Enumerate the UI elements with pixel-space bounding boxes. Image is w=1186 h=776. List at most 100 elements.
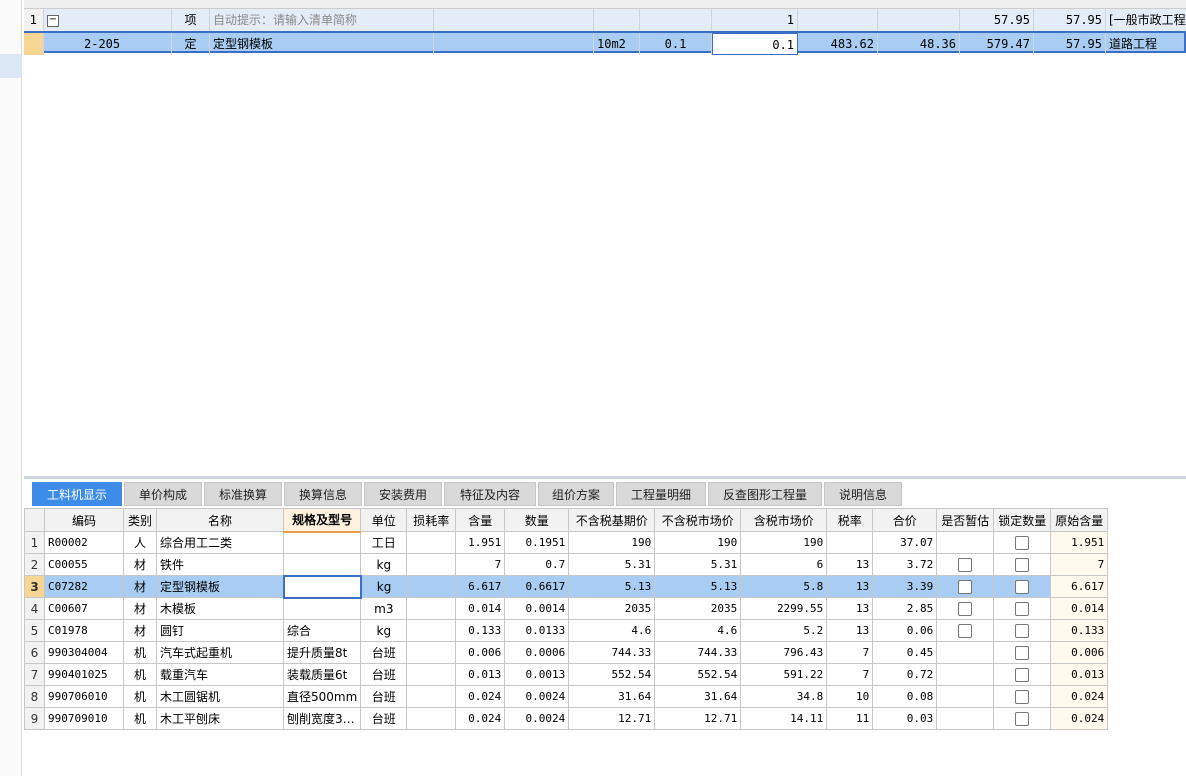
loss-rate-cell[interactable] xyxy=(406,619,457,642)
content-cell[interactable]: 0.013 xyxy=(455,663,506,686)
temp-estimate-checkbox[interactable] xyxy=(958,601,973,616)
tax-market-price-cell[interactable]: 2299.55 xyxy=(740,597,828,620)
col-header[interactable]: 编码 xyxy=(44,508,124,532)
tax-rate-cell[interactable] xyxy=(826,531,874,554)
tax-market-price-cell[interactable]: 190 xyxy=(740,531,828,554)
quantity-cell[interactable]: 0.0133 xyxy=(504,619,570,642)
table-row[interactable]: 5 C01978 材圆钉 综合 kg 0.133 0.0133 4.6 4.6 5.2 13 0.06… xyxy=(24,619,1109,642)
tab-installation-fees[interactable]: 安装费用 xyxy=(364,482,442,506)
content-cell[interactable]: 0.014 xyxy=(455,597,506,620)
lock-quantity-checkbox[interactable] xyxy=(1015,557,1030,572)
tab-standard-conversion[interactable]: 标准换算 xyxy=(204,482,282,506)
spec-cell[interactable]: 提升质量8t xyxy=(282,641,362,664)
item-row-selected[interactable]: 2-205 定 定型钢模板 10m2 0.1 0.1 483.62 48.36 … xyxy=(24,31,1186,55)
lock-quantity-checkbox[interactable] xyxy=(1015,667,1030,682)
collapse-icon[interactable]: − xyxy=(47,14,59,27)
loss-rate-cell[interactable] xyxy=(406,553,457,576)
tax-rate-cell[interactable]: 11 xyxy=(826,707,874,730)
col-header[interactable]: 税率 xyxy=(826,508,874,532)
loss-rate-cell[interactable] xyxy=(406,663,457,686)
pane-splitter[interactable] xyxy=(24,476,1186,479)
tax-rate-cell[interactable]: 13 xyxy=(826,619,874,642)
loss-rate-cell[interactable] xyxy=(406,641,457,664)
name-cell[interactable]: 载重汽车 xyxy=(156,663,284,686)
lock-quantity-checkbox[interactable] xyxy=(1015,711,1030,726)
tab-reverse-graphic-quantity[interactable]: 反查图形工程量 xyxy=(708,482,822,506)
code-cell[interactable]: 990706010 xyxy=(44,685,124,708)
col-header[interactable]: 单位 xyxy=(360,508,408,532)
name-cell[interactable]: 木工圆锯机 xyxy=(156,685,284,708)
quantity-cell[interactable]: 0.7 xyxy=(504,553,570,576)
table-row[interactable]: 1 R00002 人综合用工二类 工日 1.951 0.1951 190 190 190 37.0… xyxy=(24,531,1109,554)
col-header[interactable]: 不含税基期价 xyxy=(568,508,656,532)
row-qty-input[interactable]: 0.1 xyxy=(712,33,798,55)
spec-cell[interactable]: 直径500mm xyxy=(282,685,362,708)
market-price-cell[interactable]: 190 xyxy=(654,531,742,554)
spec-cell[interactable]: 装载质量6t xyxy=(282,663,362,686)
market-price-cell[interactable]: 5.13 xyxy=(654,575,742,598)
content-cell[interactable]: 1.951 xyxy=(455,531,506,554)
temp-estimate-checkbox[interactable] xyxy=(958,579,973,594)
table-row[interactable]: 7 990401025 机载重汽车 装载质量6t 台班 0.013 0.0013 552.54… xyxy=(24,663,1109,686)
item-row[interactable]: 1 − 项 自动提示：请输入清单简称 1 57.95 57.95 [一般市政工程 xyxy=(24,9,1186,31)
col-header[interactable]: 数量 xyxy=(504,508,570,532)
tax-rate-cell[interactable]: 7 xyxy=(826,641,874,664)
col-header[interactable]: 损耗率 xyxy=(406,508,457,532)
tab-pricing-scheme[interactable]: 组价方案 xyxy=(538,482,614,506)
market-price-cell[interactable]: 12.71 xyxy=(654,707,742,730)
row-name[interactable]: 定型钢模板 xyxy=(210,33,434,55)
market-price-cell[interactable]: 552.54 xyxy=(654,663,742,686)
content-cell[interactable]: 0.024 xyxy=(455,707,506,730)
name-cell[interactable]: 木模板 xyxy=(156,597,284,620)
name-cell[interactable]: 木工平刨床 xyxy=(156,707,284,730)
content-cell[interactable]: 7 xyxy=(455,553,506,576)
loss-rate-cell[interactable] xyxy=(406,575,457,598)
tax-market-price-cell[interactable]: 796.43 xyxy=(740,641,828,664)
spec-cell[interactable] xyxy=(282,531,362,554)
quantity-cell[interactable]: 0.0024 xyxy=(504,685,570,708)
market-price-cell[interactable]: 5.31 xyxy=(654,553,742,576)
spec-cell[interactable]: 刨削宽度3… xyxy=(282,707,362,730)
tax-rate-cell[interactable]: 13 xyxy=(826,597,874,620)
table-row[interactable]: 2 C00055 材铁件 kg 7 0.7 5.31 5.31 6 13 3.72 7 xyxy=(24,553,1109,576)
temp-estimate-checkbox[interactable] xyxy=(958,557,973,572)
code-cell[interactable]: 990304004 xyxy=(44,641,124,664)
tab-features-content[interactable]: 特征及内容 xyxy=(444,482,536,506)
tab-conversion-info[interactable]: 换算信息 xyxy=(284,482,362,506)
table-row[interactable]: 8 990706010 机木工圆锯机 直径500mm 台班 0.024 0.0024 31.6… xyxy=(24,685,1109,708)
tab-quantity-details[interactable]: 工程量明细 xyxy=(616,482,706,506)
code-cell[interactable]: C00607 xyxy=(44,597,124,620)
tab-unit-price-composition[interactable]: 单价构成 xyxy=(124,482,202,506)
code-cell[interactable]: R00002 xyxy=(44,531,124,554)
col-header[interactable]: 名称 xyxy=(156,508,284,532)
spec-cell[interactable]: 综合 xyxy=(282,619,362,642)
quantity-cell[interactable]: 0.0014 xyxy=(504,597,570,620)
table-row[interactable]: 4 C00607 材木模板 m3 0.014 0.0014 2035 2035 2299.55 1… xyxy=(24,597,1109,620)
loss-rate-cell[interactable] xyxy=(406,707,457,730)
tax-rate-cell[interactable]: 13 xyxy=(826,553,874,576)
quantity-cell[interactable]: 0.6617 xyxy=(504,575,570,598)
row-code[interactable]: 2-205 xyxy=(44,33,172,55)
lock-quantity-checkbox[interactable] xyxy=(1015,623,1030,638)
table-row[interactable]: 3 C07282 材定型钢模板 kg 6.617 0.6617 5.13 5.13 5.8 13 3… xyxy=(24,574,1109,599)
name-cell[interactable]: 圆钉 xyxy=(156,619,284,642)
table-row[interactable]: 9 990709010 机木工平刨床 刨削宽度3… 台班 0.024 0.0024 12.71… xyxy=(24,707,1109,730)
spec-cell[interactable] xyxy=(282,553,362,576)
row-qty[interactable]: 1 xyxy=(712,9,798,31)
tab-description-info[interactable]: 说明信息 xyxy=(824,482,902,506)
col-header[interactable]: 是否暂估 xyxy=(936,508,995,532)
tax-market-price-cell[interactable]: 14.11 xyxy=(740,707,828,730)
lock-quantity-checkbox[interactable] xyxy=(1015,579,1030,594)
code-cell[interactable]: 990401025 xyxy=(44,663,124,686)
content-cell[interactable]: 0.006 xyxy=(455,641,506,664)
table-row[interactable]: 6 990304004 机汽车式起重机 提升质量8t 台班 0.006 0.0006 744.… xyxy=(24,641,1109,664)
content-cell[interactable]: 0.133 xyxy=(455,619,506,642)
code-cell[interactable]: C00055 xyxy=(44,553,124,576)
market-price-cell[interactable]: 744.33 xyxy=(654,641,742,664)
name-cell[interactable]: 综合用工二类 xyxy=(156,531,284,554)
lock-quantity-checkbox[interactable] xyxy=(1015,601,1030,616)
market-price-cell[interactable]: 4.6 xyxy=(654,619,742,642)
market-price-cell[interactable]: 31.64 xyxy=(654,685,742,708)
tax-market-price-cell[interactable]: 5.8 xyxy=(740,575,828,598)
tax-rate-cell[interactable]: 13 xyxy=(826,575,874,598)
